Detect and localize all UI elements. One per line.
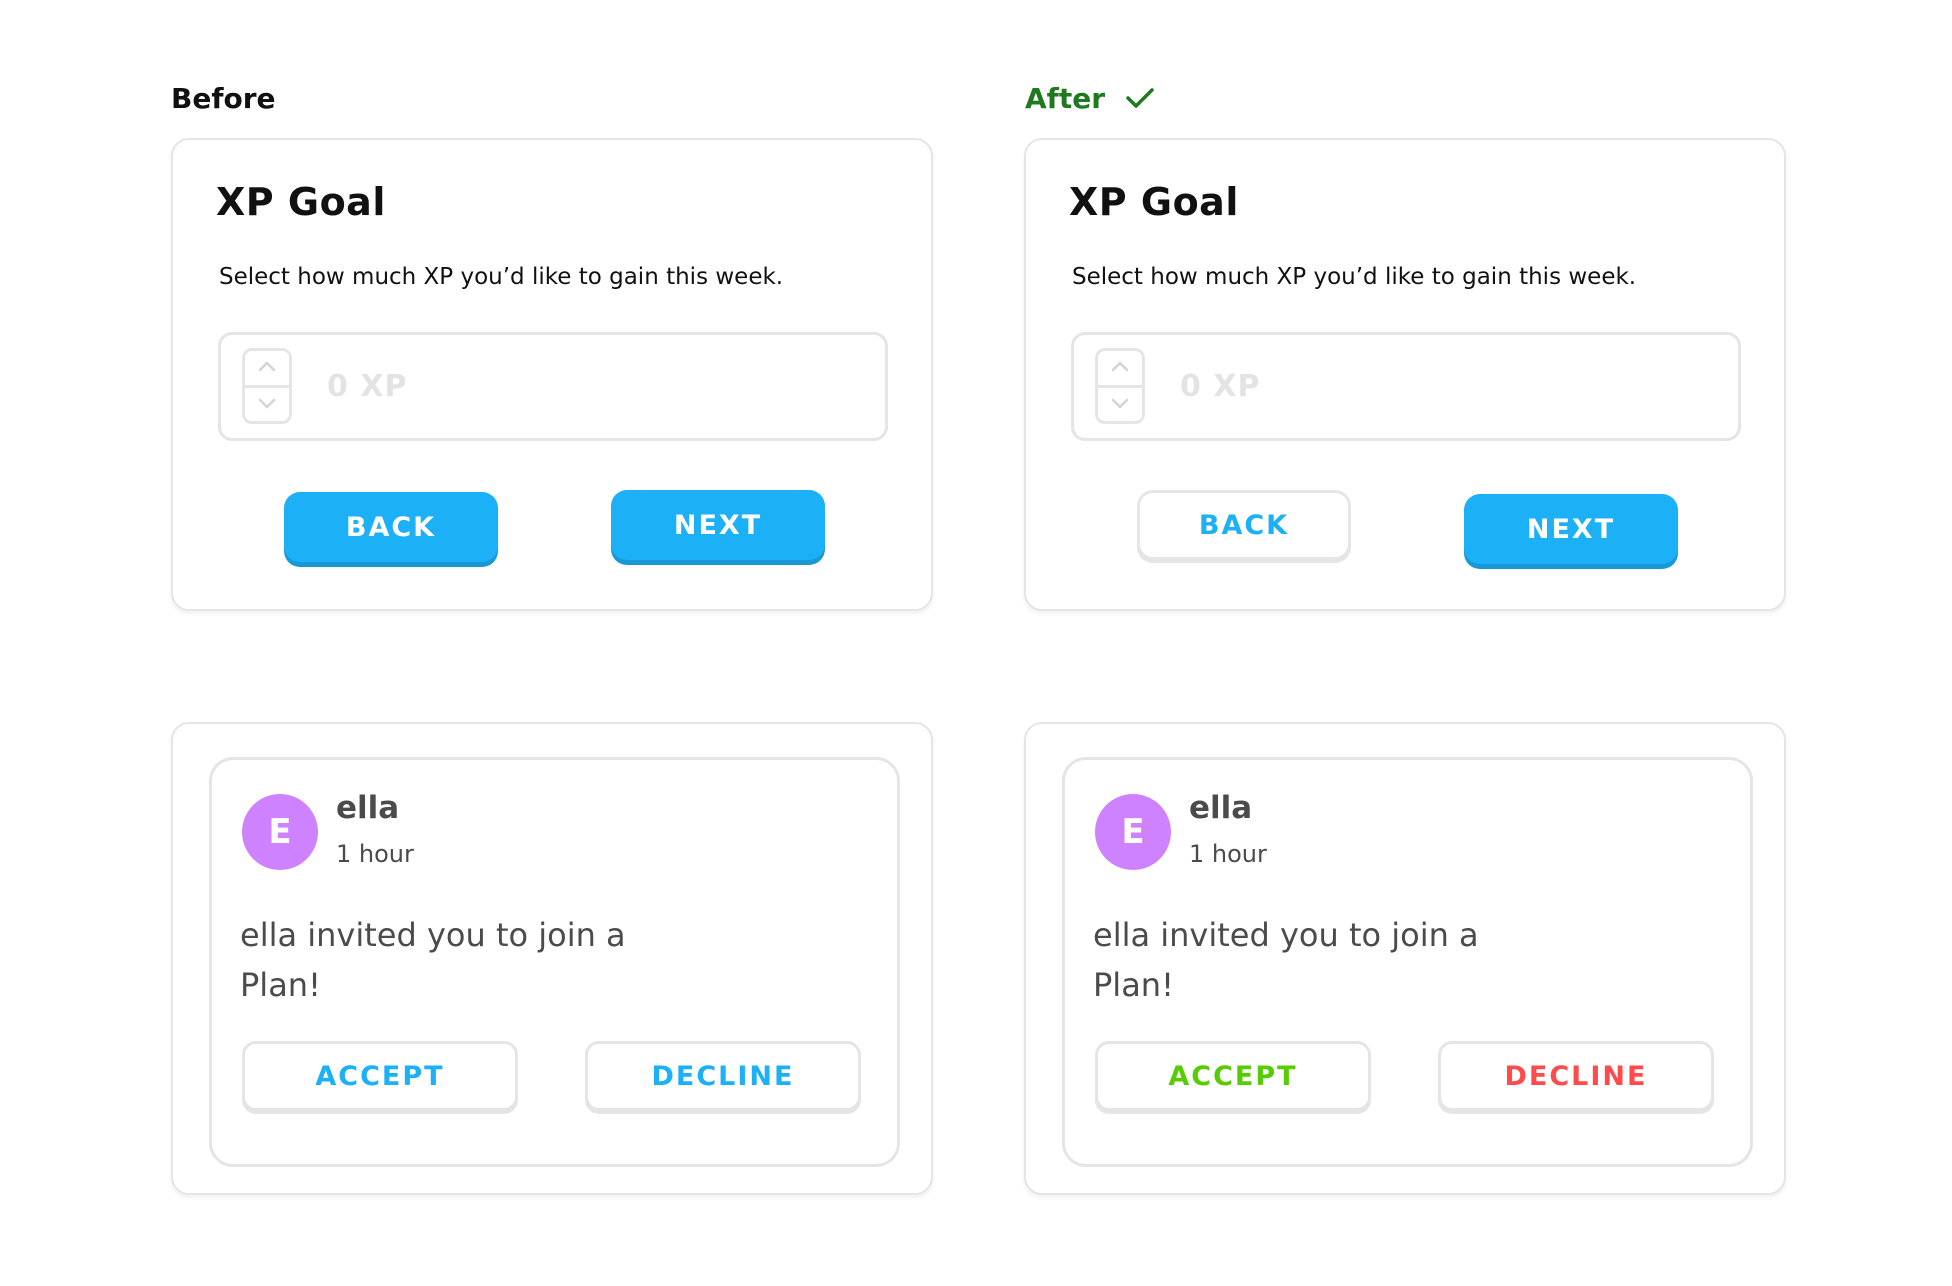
invite-message: ella invited you to join a Plan! [1093, 916, 1479, 1004]
invite-card: E ella 1 hour ella invited you to join a… [209, 757, 900, 1167]
xp-input[interactable]: 0 XP [218, 332, 888, 441]
xp-stepper[interactable] [242, 348, 292, 424]
back-button[interactable]: BACK [1137, 490, 1351, 560]
invite-panel-after: E ella 1 hour ella invited you to join a… [1024, 722, 1786, 1195]
xp-goal-description: Select how much XP you’d like to gain th… [219, 264, 784, 290]
next-button[interactable]: NEXT [611, 490, 825, 560]
decline-button[interactable]: DECLINE [585, 1041, 861, 1111]
avatar: E [242, 794, 318, 870]
decline-button[interactable]: DECLINE [1438, 1041, 1714, 1111]
chevron-up-icon[interactable] [257, 359, 277, 373]
xp-goal-panel-after: XP Goal Select how much XP you’d like to… [1024, 138, 1786, 611]
xp-goal-title: XP Goal [216, 180, 386, 224]
xp-input-value: 0 XP [327, 369, 408, 404]
timestamp: 1 hour [336, 840, 414, 868]
user-name: ella [336, 790, 400, 826]
after-label-text: After [1025, 81, 1106, 115]
chevron-down-icon[interactable] [1110, 397, 1130, 411]
xp-goal-panel-before: XP Goal Select how much XP you’d like to… [171, 138, 933, 611]
invite-panel-before: E ella 1 hour ella invited you to join a… [171, 722, 933, 1195]
chevron-down-icon[interactable] [257, 397, 277, 411]
avatar: E [1095, 794, 1171, 870]
xp-input-value: 0 XP [1180, 369, 1261, 404]
chevron-up-icon[interactable] [1110, 359, 1130, 373]
back-button[interactable]: BACK [284, 492, 498, 562]
after-label: After [1025, 78, 1155, 118]
invite-message: ella invited you to join a Plan! [240, 916, 626, 1004]
before-label-text: Before [171, 81, 276, 115]
stepper-divider [245, 385, 289, 388]
xp-stepper[interactable] [1095, 348, 1145, 424]
next-button[interactable]: NEXT [1464, 494, 1678, 564]
invite-card: E ella 1 hour ella invited you to join a… [1062, 757, 1753, 1167]
check-icon [1126, 88, 1154, 108]
xp-input[interactable]: 0 XP [1071, 332, 1741, 441]
accept-button[interactable]: ACCEPT [1095, 1041, 1371, 1111]
accept-button[interactable]: ACCEPT [242, 1041, 518, 1111]
xp-goal-description: Select how much XP you’d like to gain th… [1072, 264, 1637, 290]
xp-goal-title: XP Goal [1069, 180, 1239, 224]
user-name: ella [1189, 790, 1253, 826]
timestamp: 1 hour [1189, 840, 1267, 868]
before-label: Before [171, 78, 276, 118]
stepper-divider [1098, 385, 1142, 388]
